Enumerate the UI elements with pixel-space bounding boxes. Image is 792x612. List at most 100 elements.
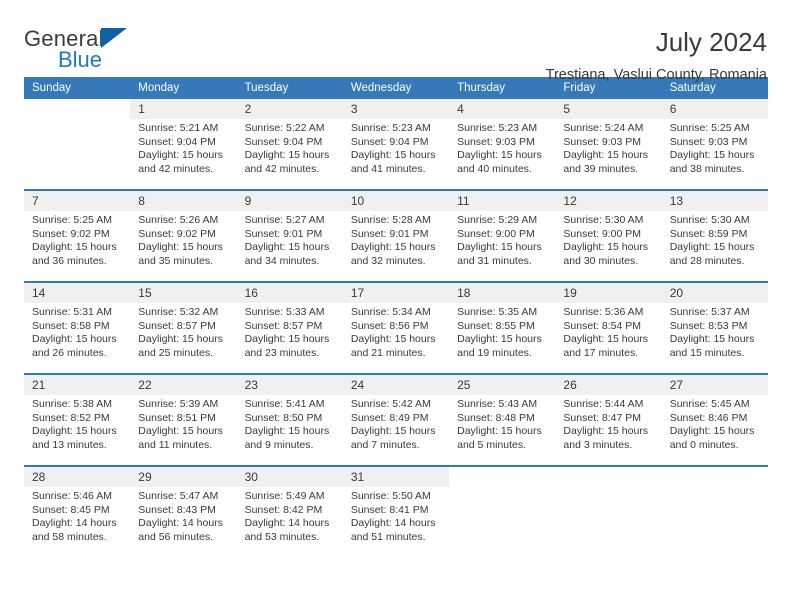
- day-sunrise: Sunrise: 5:31 AM: [32, 306, 112, 318]
- day-sunset: Sunset: 9:00 PM: [457, 227, 535, 240]
- day-cell[interactable]: 16 Sunrise: 5:33 AM Sunset: 8:57 PM Dayligh…: [236, 283, 343, 373]
- day-cell[interactable]: 9 Sunrise: 5:27 AM Sunset: 9:01 PM Daylight…: [236, 191, 343, 281]
- day-sunrise: Sunrise: 5:41 AM: [244, 398, 325, 410]
- weekday-header-sunday: Sunday: [24, 77, 131, 99]
- day-cell[interactable]: 29 Sunrise: 5:47 AM Sunset: 8:43 PM Dayligh…: [130, 467, 237, 557]
- day-daylight-1: Daylight: 15 hours: [350, 333, 436, 346]
- day-info: Sunrise: 5:21 AM Sunset: 9:04 PM Daylight:…: [130, 119, 236, 176]
- day-sunrise: Sunrise: 5:39 AM: [138, 398, 219, 410]
- day-info: Sunrise: 5:43 AM Sunset: 8:48 PM Daylight:…: [449, 395, 555, 452]
- day-sunset: Sunset: 8:56 PM: [350, 319, 429, 332]
- day-cell-empty: [449, 467, 556, 557]
- day-cell[interactable]: 18 Sunrise: 5:35 AM Sunset: 8:55 PM Dayligh…: [449, 283, 556, 373]
- day-info: Sunrise: 5:47 AM Sunset: 8:43 PM Daylight:…: [130, 487, 236, 544]
- calendar-cell: 12 Sunrise: 5:30 AM Sunset: 9:00 PM Dayligh…: [555, 189, 662, 282]
- day-sunset: Sunset: 8:58 PM: [32, 319, 110, 332]
- day-daylight-2: and 38 minutes.: [669, 162, 745, 175]
- day-sunrise: Sunrise: 5:26 AM: [138, 214, 219, 226]
- day-cell[interactable]: 11 Sunrise: 5:29 AM Sunset: 9:00 PM Dayligh…: [449, 191, 556, 281]
- day-cell[interactable]: 26 Sunrise: 5:44 AM Sunset: 8:47 PM Dayligh…: [555, 375, 662, 465]
- day-cell[interactable]: 4 Sunrise: 5:23 AM Sunset: 9:03 PM Daylight…: [449, 99, 556, 189]
- day-daylight-2: and 9 minutes.: [244, 438, 314, 451]
- day-sunset: Sunset: 8:53 PM: [669, 319, 748, 332]
- day-sunrise: Sunrise: 5:46 AM: [32, 490, 112, 502]
- brand-logo[interactable]: General Blue: [24, 27, 204, 75]
- day-sunrise: Sunrise: 5:42 AM: [350, 398, 431, 410]
- day-cell[interactable]: 17 Sunrise: 5:34 AM Sunset: 8:56 PM Dayligh…: [342, 283, 450, 373]
- day-cell[interactable]: 8 Sunrise: 5:26 AM Sunset: 9:02 PM Daylight…: [130, 191, 237, 281]
- day-daylight-2: and 41 minutes.: [350, 162, 426, 175]
- day-cell[interactable]: 5 Sunrise: 5:24 AM Sunset: 9:03 PM Daylight…: [555, 99, 662, 189]
- day-cell[interactable]: 23 Sunrise: 5:41 AM Sunset: 8:50 PM Dayligh…: [236, 375, 343, 465]
- day-cell-empty: [555, 467, 662, 557]
- day-cell[interactable]: 28 Sunrise: 5:46 AM Sunset: 8:45 PM Dayligh…: [24, 467, 131, 557]
- day-daylight-1: Daylight: 15 hours: [32, 425, 117, 438]
- day-info: Sunrise: 5:32 AM Sunset: 8:57 PM Daylight:…: [130, 303, 236, 360]
- day-sunrise: Sunrise: 5:38 AM: [32, 398, 112, 410]
- day-cell[interactable]: 10 Sunrise: 5:28 AM Sunset: 9:01 PM Dayligh…: [342, 191, 450, 281]
- day-daylight-2: and 13 minutes.: [32, 438, 107, 451]
- day-sunrise: Sunrise: 5:28 AM: [350, 214, 431, 226]
- day-info: Sunrise: 5:50 AM Sunset: 8:41 PM Daylight:…: [343, 487, 449, 544]
- day-daylight-2: and 34 minutes.: [244, 254, 320, 267]
- day-cell[interactable]: 27 Sunrise: 5:45 AM Sunset: 8:46 PM Dayligh…: [661, 375, 768, 465]
- day-cell[interactable]: 14 Sunrise: 5:31 AM Sunset: 8:58 PM Dayligh…: [24, 283, 131, 373]
- day-info: Sunrise: 5:26 AM Sunset: 9:02 PM Daylight:…: [130, 211, 236, 268]
- day-daylight-2: and 39 minutes.: [563, 162, 639, 175]
- day-cell[interactable]: 13 Sunrise: 5:30 AM Sunset: 8:59 PM Dayligh…: [661, 191, 768, 281]
- day-cell[interactable]: 20 Sunrise: 5:37 AM Sunset: 8:53 PM Dayligh…: [661, 283, 768, 373]
- day-sunrise: Sunrise: 5:44 AM: [563, 398, 644, 410]
- day-daylight-1: Daylight: 15 hours: [563, 149, 649, 162]
- day-number: [555, 467, 662, 487]
- day-sunrise: Sunrise: 5:49 AM: [244, 490, 325, 502]
- day-info: Sunrise: 5:45 AM Sunset: 8:46 PM Daylight:…: [662, 395, 768, 452]
- day-cell[interactable]: 2 Sunrise: 5:22 AM Sunset: 9:04 PM Daylight…: [236, 99, 343, 189]
- calendar-cell: 2 Sunrise: 5:22 AM Sunset: 9:04 PM Daylight…: [236, 99, 343, 190]
- day-daylight-2: and 25 minutes.: [138, 346, 213, 359]
- day-daylight-1: Daylight: 14 hours: [138, 517, 223, 530]
- day-cell[interactable]: 7 Sunrise: 5:25 AM Sunset: 9:02 PM Daylight…: [24, 191, 131, 281]
- calendar-cell: 13 Sunrise: 5:30 AM Sunset: 8:59 PM Dayligh…: [661, 189, 768, 282]
- calendar-cell: 5 Sunrise: 5:24 AM Sunset: 9:03 PM Daylight…: [555, 99, 662, 190]
- day-daylight-2: and 28 minutes.: [669, 254, 745, 267]
- day-cell-empty: [661, 467, 768, 557]
- day-info: Sunrise: 5:34 AM Sunset: 8:56 PM Daylight:…: [343, 303, 449, 360]
- day-cell[interactable]: 31 Sunrise: 5:50 AM Sunset: 8:41 PM Dayligh…: [342, 467, 450, 557]
- day-sunrise: Sunrise: 5:36 AM: [563, 306, 644, 318]
- day-sunset: Sunset: 9:01 PM: [350, 227, 429, 240]
- day-daylight-2: and 42 minutes.: [244, 162, 320, 175]
- day-info: Sunrise: 5:30 AM Sunset: 8:59 PM Daylight:…: [662, 211, 768, 268]
- day-cell[interactable]: 3 Sunrise: 5:23 AM Sunset: 9:04 PM Daylight…: [342, 99, 450, 189]
- day-daylight-1: Daylight: 15 hours: [350, 425, 436, 438]
- day-number: 24: [342, 375, 450, 395]
- day-cell[interactable]: 24 Sunrise: 5:42 AM Sunset: 8:49 PM Dayligh…: [342, 375, 450, 465]
- day-info: Sunrise: 5:24 AM Sunset: 9:03 PM Daylight:…: [555, 119, 661, 176]
- day-cell[interactable]: 19 Sunrise: 5:36 AM Sunset: 8:54 PM Dayligh…: [555, 283, 662, 373]
- day-daylight-2: and 23 minutes.: [244, 346, 320, 359]
- day-info: Sunrise: 5:42 AM Sunset: 8:49 PM Daylight:…: [343, 395, 449, 452]
- day-number: 6: [661, 99, 768, 119]
- day-cell[interactable]: 25 Sunrise: 5:43 AM Sunset: 8:48 PM Dayligh…: [449, 375, 556, 465]
- day-sunrise: Sunrise: 5:47 AM: [138, 490, 219, 502]
- day-cell[interactable]: 22 Sunrise: 5:39 AM Sunset: 8:51 PM Dayligh…: [130, 375, 237, 465]
- day-daylight-1: Daylight: 15 hours: [138, 241, 223, 254]
- day-daylight-1: Daylight: 15 hours: [457, 333, 542, 346]
- day-daylight-2: and 19 minutes.: [457, 346, 532, 359]
- calendar-cell: 22 Sunrise: 5:39 AM Sunset: 8:51 PM Dayligh…: [130, 373, 237, 466]
- day-cell[interactable]: 30 Sunrise: 5:49 AM Sunset: 8:42 PM Dayligh…: [236, 467, 343, 557]
- day-info: Sunrise: 5:35 AM Sunset: 8:55 PM Daylight:…: [449, 303, 555, 360]
- weekday-header-thursday: Thursday: [449, 77, 556, 99]
- day-number: [24, 99, 131, 119]
- calendar-cell: 6 Sunrise: 5:25 AM Sunset: 9:03 PM Daylight…: [661, 99, 768, 190]
- calendar-cell: 26 Sunrise: 5:44 AM Sunset: 8:47 PM Dayligh…: [555, 373, 662, 466]
- day-cell[interactable]: 15 Sunrise: 5:32 AM Sunset: 8:57 PM Dayligh…: [130, 283, 237, 373]
- day-sunrise: Sunrise: 5:29 AM: [457, 214, 538, 226]
- day-number: 27: [661, 375, 768, 395]
- day-cell[interactable]: 6 Sunrise: 5:25 AM Sunset: 9:03 PM Daylight…: [661, 99, 768, 189]
- day-daylight-1: Daylight: 15 hours: [457, 149, 542, 162]
- day-cell[interactable]: 1 Sunrise: 5:21 AM Sunset: 9:04 PM Daylight…: [130, 99, 237, 189]
- calendar-cell: 20 Sunrise: 5:37 AM Sunset: 8:53 PM Dayligh…: [661, 281, 768, 374]
- day-cell[interactable]: 12 Sunrise: 5:30 AM Sunset: 9:00 PM Dayligh…: [555, 191, 662, 281]
- day-sunrise: Sunrise: 5:32 AM: [138, 306, 219, 318]
- day-cell[interactable]: 21 Sunrise: 5:38 AM Sunset: 8:52 PM Dayligh…: [24, 375, 131, 465]
